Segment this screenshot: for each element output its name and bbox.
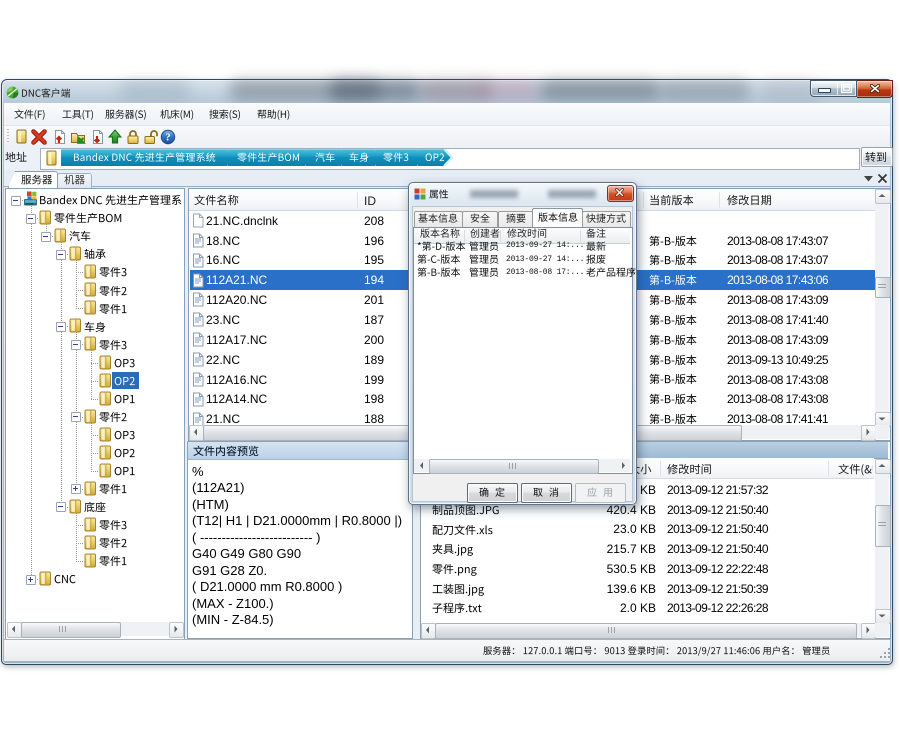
svg-text:?: ? xyxy=(165,133,170,144)
